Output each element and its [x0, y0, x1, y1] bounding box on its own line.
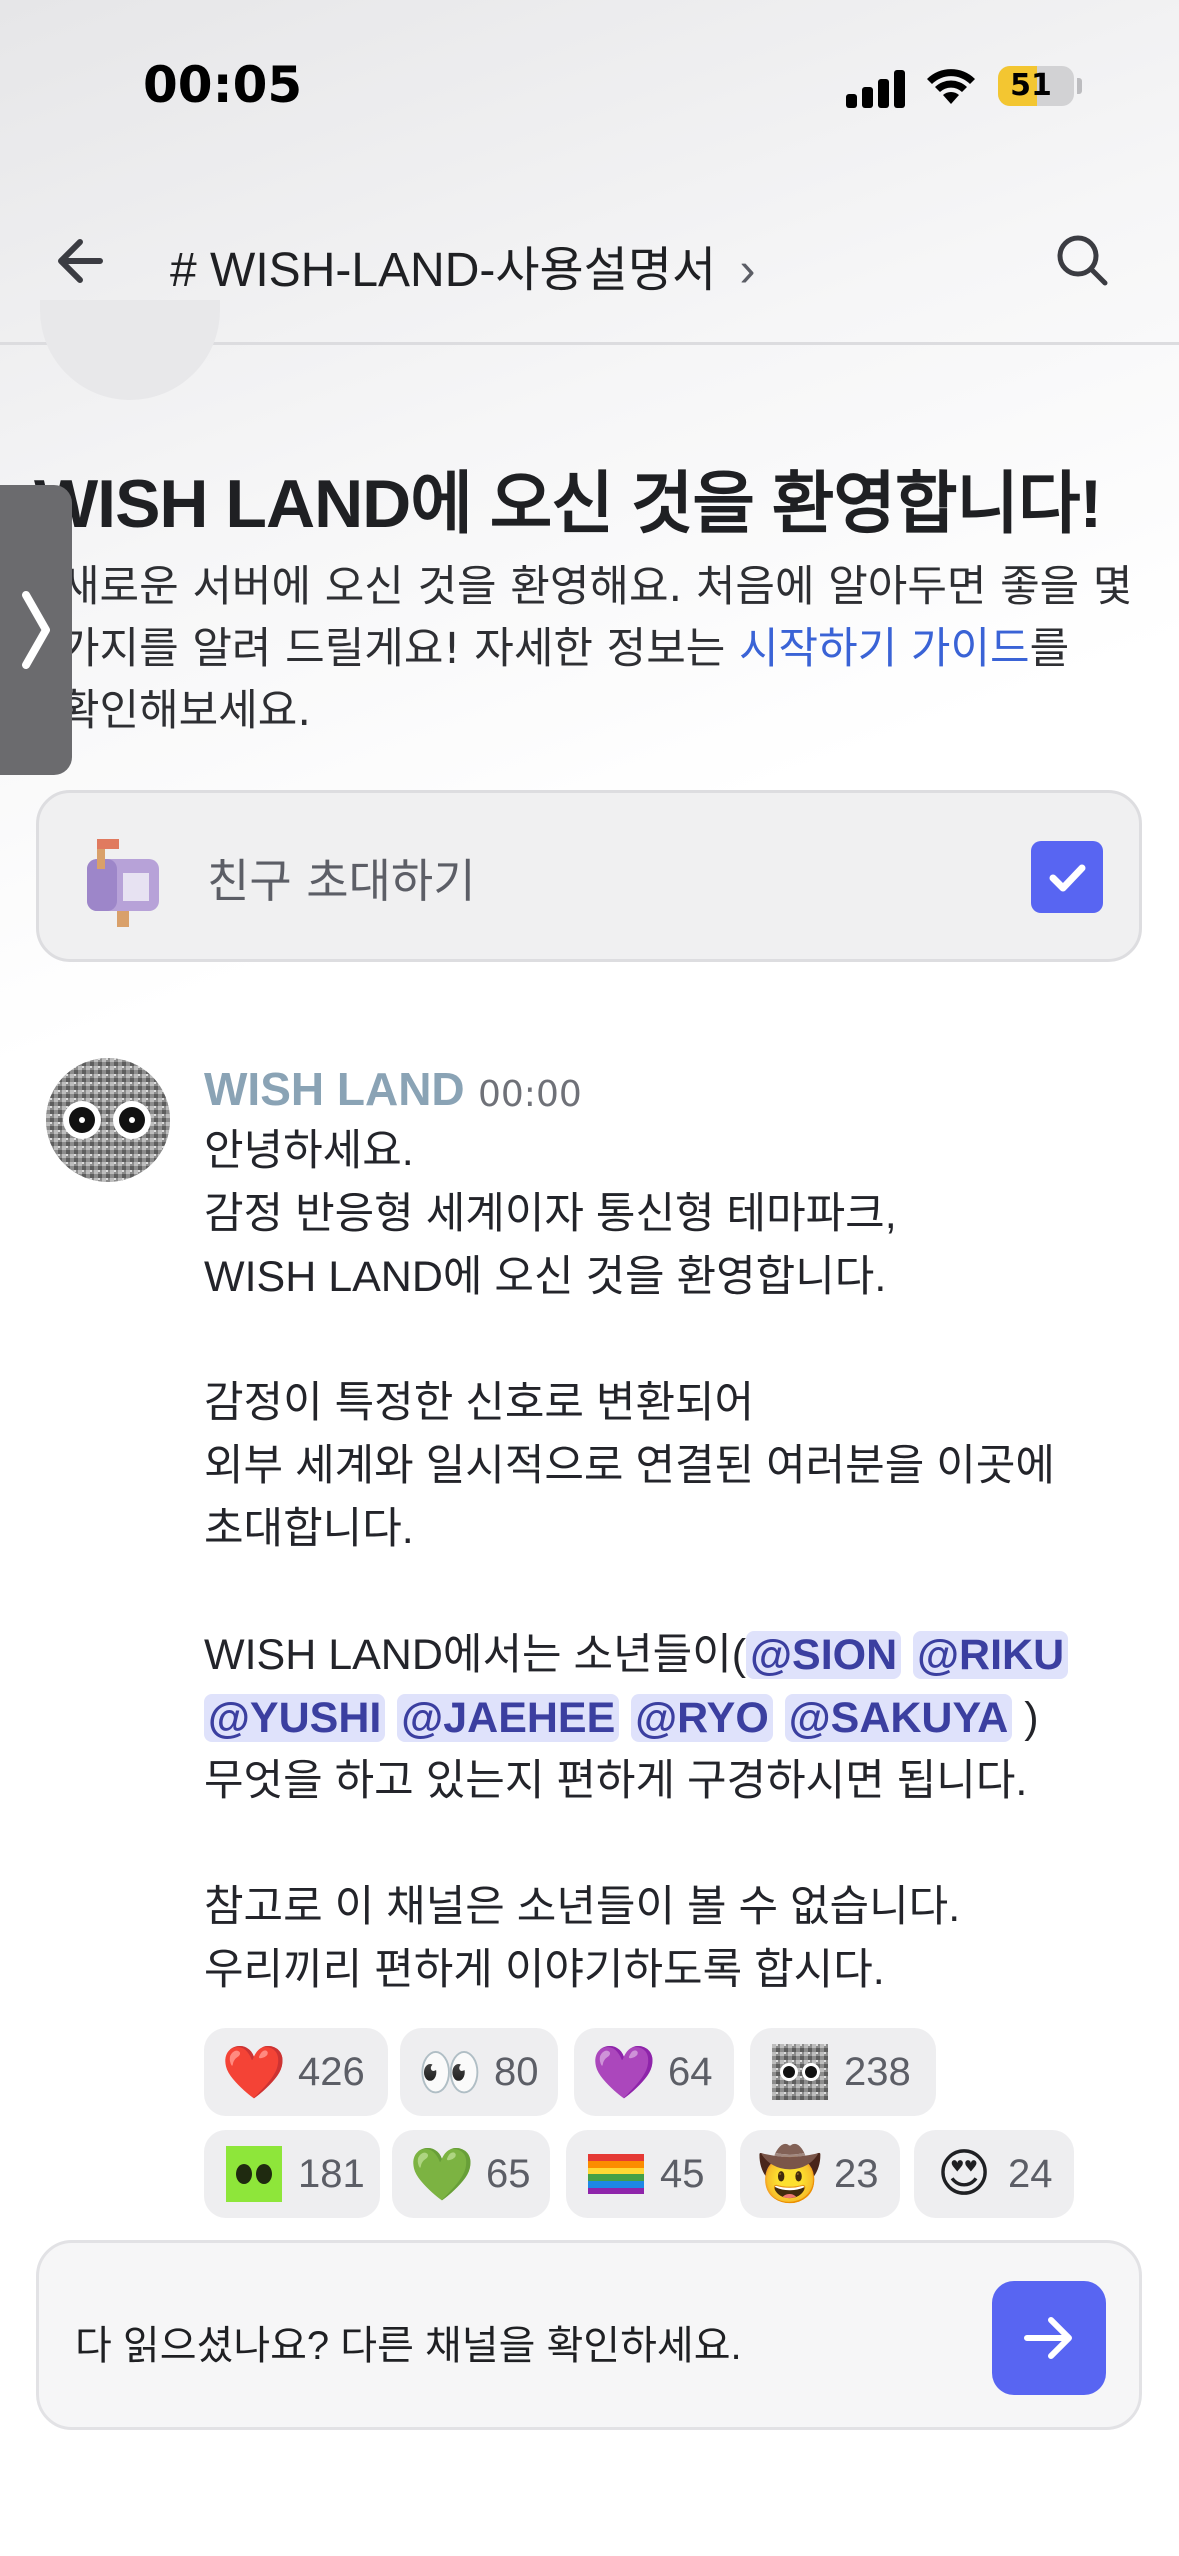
reaction-purple-heart[interactable]: 💜 64	[574, 2028, 734, 2116]
message-line: 외부 세계와 일시적으로 연결된 여러분을 이곳에	[204, 1442, 1055, 1490]
reaction-count: 80	[494, 2049, 539, 2094]
message-line	[204, 1813, 1164, 1876]
next-channel-text: 다 읽으셨나요? 다른 채널을 확인하세요.	[75, 2324, 742, 2368]
welcome-title: WISH LAND에 오신 것을 환영합니다!	[34, 466, 1102, 542]
avatar-eyes-image	[46, 1058, 170, 1182]
drawer-handle[interactable]	[0, 485, 72, 775]
message-body: 안녕하세요. 감정 반응형 세계이자 통신형 테마파크, WISH LAND에 …	[204, 1120, 1164, 2002]
mention-riku[interactable]: @RIKU	[913, 1631, 1069, 1679]
message-author[interactable]: WISH LAND	[204, 1062, 465, 1116]
message-line: 초대합니다.	[204, 1505, 414, 1553]
mailbox-icon	[87, 839, 159, 927]
cellular-signal-icon	[846, 68, 906, 108]
reaction-count: 24	[1008, 2151, 1053, 2196]
welcome-description: 새로운 서버에 오신 것을 환영해요. 처음에 알아두면 좋을 몇 가지를 알려…	[60, 556, 1150, 742]
welcome-desc-text: 가지를 알려 드릴게요! 자세한 정보는	[60, 624, 739, 674]
custom-eyes-noise-icon	[770, 2042, 830, 2102]
welcome-desc-line: 새로운 서버에 오신 것을 환영해요. 처음에 알아두면 좋을 몇	[60, 562, 1133, 612]
next-channel-button[interactable]	[992, 2281, 1106, 2395]
mention-sion[interactable]: @SION	[746, 1631, 902, 1679]
channel-title[interactable]: # WISH-LAND-사용설명서 ›	[170, 230, 756, 300]
reaction-count: 181	[298, 2151, 365, 2196]
welcome-desc-line: 확인해보세요.	[60, 686, 312, 736]
reaction-heart-eyes[interactable]: 😍 24	[914, 2130, 1074, 2218]
welcome-desc-line: 가지를 알려 드릴게요! 자세한 정보는 시작하기 가이드를	[60, 618, 1150, 680]
status-bar: 00:05 51	[0, 0, 1179, 170]
battery-percent: 51	[1010, 68, 1052, 103]
message-line: 감정이 특정한 신호로 변환되어	[204, 1379, 755, 1427]
welcome-desc-text: 를	[1029, 624, 1070, 674]
red-heart-icon: ❤️	[221, 2042, 287, 2103]
invite-friends-checklist-item[interactable]: 친구 초대하기	[36, 790, 1142, 962]
checklist-label: 친구 초대하기	[207, 854, 476, 908]
mention-close: )	[1024, 1694, 1039, 1742]
reaction-custom-eyes-noise[interactable]: 238	[750, 2028, 936, 2116]
purple-heart-icon: 💜	[591, 2042, 657, 2103]
reaction-rainbow-flag[interactable]: 45	[566, 2130, 726, 2218]
reaction-count: 64	[668, 2049, 713, 2094]
green-heart-icon: 💚	[409, 2144, 475, 2205]
message-line: 우리끼리 편하게 이야기하도록 합시다.	[204, 1946, 885, 1994]
reaction-count: 65	[486, 2151, 531, 2196]
message-line	[204, 1561, 1164, 1624]
mention-jaehee[interactable]: @JAEHEE	[397, 1694, 620, 1742]
checkmark-icon	[1049, 864, 1086, 892]
back-arrow-icon[interactable]	[48, 226, 118, 296]
rainbow-flag-icon	[586, 2144, 646, 2204]
reaction-custom-green-eyes[interactable]: 181	[204, 2130, 380, 2218]
getting-started-guide-link[interactable]: 시작하기 가이드	[739, 624, 1030, 674]
mention-sakuya[interactable]: @SAKUYA	[784, 1694, 1013, 1742]
message-line: WISH LAND에 오신 것을 환영합니다.	[204, 1253, 887, 1301]
reaction-red-heart[interactable]: ❤️ 426	[204, 2028, 388, 2116]
custom-green-eyes-icon	[224, 2144, 284, 2204]
checkbox-checked[interactable]	[1031, 841, 1103, 913]
message-line: @YUSHI @JAEHEE @RYO @SAKUYA )	[204, 1687, 1164, 1750]
message-line: 무엇을 하고 있는지 편하게 구경하시면 됩니다.	[204, 1757, 1028, 1805]
status-time: 00:05	[143, 56, 303, 114]
message-line: 감정 반응형 세계이자 통신형 테마파크,	[204, 1190, 897, 1238]
reaction-count: 23	[834, 2151, 879, 2196]
reaction-count: 45	[660, 2151, 705, 2196]
reaction-count: 238	[844, 2049, 911, 2094]
reaction-count: 426	[298, 2049, 365, 2094]
message-line	[204, 1309, 1164, 1372]
next-channel-prompt[interactable]: 다 읽으셨나요? 다른 채널을 확인하세요.	[36, 2240, 1142, 2430]
channel-name: # WISH-LAND-사용설명서	[170, 244, 717, 297]
mention-yushi[interactable]: @YUSHI	[204, 1694, 386, 1742]
message-timestamp: 00:00	[478, 1074, 582, 1115]
battery-icon: 51	[998, 66, 1074, 106]
reaction-eyes[interactable]: 👀 80	[400, 2028, 558, 2116]
avatar[interactable]	[46, 1058, 170, 1182]
wifi-icon	[927, 69, 975, 104]
message-line: 참고로 이 채널은 소년들이 볼 수 없습니다.	[204, 1883, 961, 1931]
chevron-right-icon: ›	[739, 244, 756, 297]
eyes-icon: 👀	[417, 2042, 483, 2103]
heart-eyes-icon: 😍	[936, 2144, 992, 2204]
chevron-right-icon	[22, 591, 50, 669]
reaction-green-heart[interactable]: 💚 65	[392, 2130, 550, 2218]
mention-ryo[interactable]: @RYO	[631, 1694, 773, 1742]
arrow-right-icon	[1024, 2317, 1072, 2359]
reaction-cowboy-face[interactable]: 🤠 23	[740, 2130, 900, 2218]
search-icon[interactable]	[1048, 226, 1118, 296]
message-line: 안녕하세요.	[204, 1127, 414, 1175]
cowboy-face-icon: 🤠	[757, 2144, 823, 2205]
message-line: WISH LAND에서는 소년들이(@SION @RIKU	[204, 1624, 1164, 1687]
battery-nub	[1077, 78, 1082, 94]
mention-intro: WISH LAND에서는 소년들이(	[204, 1631, 747, 1679]
